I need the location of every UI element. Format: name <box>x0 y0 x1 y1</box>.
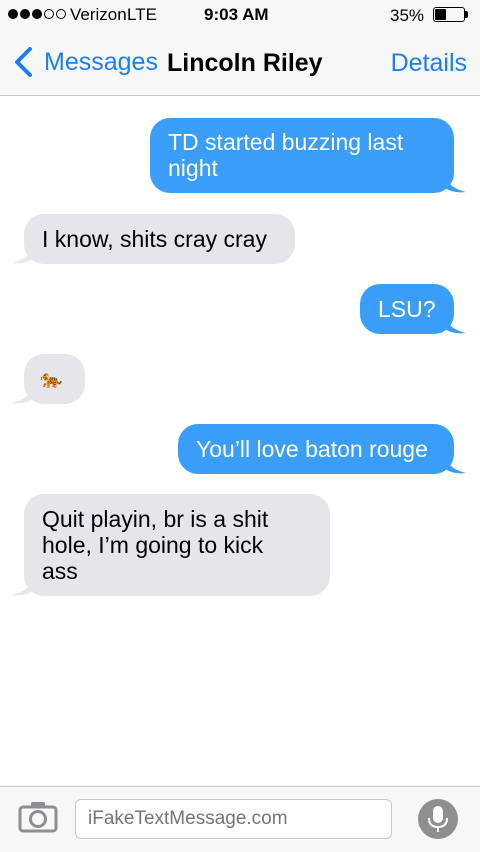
battery-nub <box>465 11 468 18</box>
back-button-label: Messages <box>44 47 158 76</box>
battery-icon <box>433 7 465 22</box>
navigation-bar: Messages Lincoln Riley Details <box>0 30 480 96</box>
message-bubble-outgoing: You’ll love baton rouge <box>178 424 466 474</box>
message-bubble-incoming: Quit playin, br is a shit hole, I’m goin… <box>12 494 330 596</box>
message-bubble-incoming: I know, shits cray cray <box>12 214 295 264</box>
message-input[interactable] <box>75 799 392 839</box>
details-button[interactable]: Details <box>391 49 467 78</box>
message-composer <box>0 786 480 852</box>
message-bubble-outgoing: TD started buzzing last night <box>150 118 466 193</box>
status-time: 9:03 AM <box>204 5 269 24</box>
microphone-button[interactable] <box>418 799 458 839</box>
message-thread[interactable]: TD started buzzing last night I know, sh… <box>0 96 480 786</box>
status-bar: Verizon LTE 9:03 AM 35% <box>0 0 480 30</box>
message-bubble-outgoing: LSU? <box>360 284 466 334</box>
message-bubble-incoming: 🐅 <box>12 354 85 404</box>
message-emoji: 🐅 <box>40 369 63 389</box>
camera-icon[interactable] <box>18 801 58 833</box>
message-text: I know, shits cray cray <box>42 226 267 252</box>
message-text: You’ll love baton rouge <box>196 436 428 462</box>
microphone-icon <box>428 806 448 832</box>
message-text: LSU? <box>378 296 436 322</box>
message-text: Quit playin, br is a shit hole, I’m goin… <box>42 506 269 584</box>
network-type: LTE <box>127 5 157 24</box>
back-button[interactable]: Messages <box>10 46 158 78</box>
battery-percent: 35% <box>390 6 425 25</box>
conversation-title: Lincoln Riley <box>167 49 323 77</box>
chevron-left-icon <box>15 47 32 77</box>
message-text: TD started buzzing last night <box>168 129 404 181</box>
carrier-name: Verizon <box>70 5 127 24</box>
signal-strength-icon <box>8 9 66 19</box>
